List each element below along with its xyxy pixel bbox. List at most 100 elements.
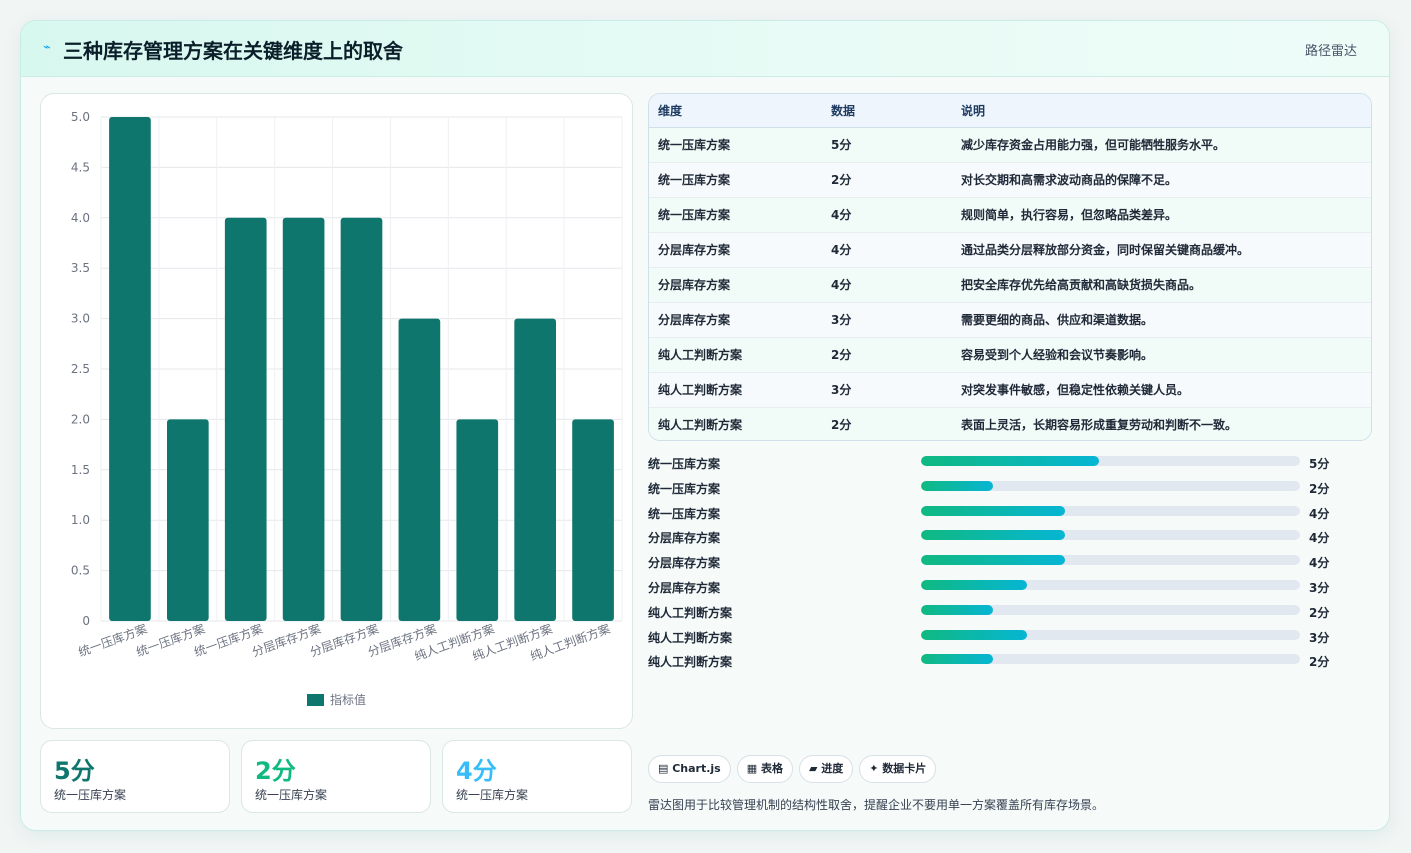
bar (224, 217, 267, 622)
footnote: 雷达图用于比较管理机制的结构性取舍，提醒企业不要用单一方案覆盖所有库存场景。 (648, 798, 1105, 812)
progress-label: 分层库存方案 (648, 531, 721, 546)
feature-chip[interactable]: ▦ 表格 (736, 755, 793, 783)
table-row: 统一压库方案 5分 减少库存资金占用能力强，但可能牺牲服务水平。 (649, 127, 1371, 162)
row-data: 3分 (831, 383, 852, 397)
dashboard-card: ⌁ 三种库存管理方案在关键维度上的取舍 路径雷达 0 0.5 1.0 1.5 2.0 2.… (20, 20, 1390, 831)
progress-fill (921, 480, 993, 491)
bar (514, 318, 557, 621)
progress-row: 纯人工判断方案 2分 (648, 601, 1348, 626)
progress-value: 4分 (1309, 506, 1330, 521)
progress-list: 统一压库方案 5分 统一压库方案 2分 统一压库方案 4分 分层库存方案 4分 分层库存方案 4分… (648, 452, 1348, 675)
row-description: 对突发事件敏感，但稳定性依赖关键人员。 (961, 383, 1190, 397)
progress-track (921, 555, 1300, 566)
kpi-card: 2分 统一压库方案 (241, 740, 431, 813)
table-row: 纯人工判断方案 3分 对突发事件敏感，但稳定性依赖关键人员。 (649, 372, 1371, 407)
bar (109, 117, 151, 621)
progress-label: 纯人工判断方案 (648, 605, 733, 620)
progress-row: 纯人工判断方案 3分 (648, 626, 1348, 651)
progress-row: 统一压库方案 4分 (648, 502, 1348, 527)
row-description: 对长交期和高需求波动商品的保障不足。 (961, 173, 1178, 187)
kpi-card: 5分 统一压库方案 (40, 740, 230, 813)
y-tick-label: 0 (82, 614, 90, 628)
progress-row: 统一压库方案 5分 (648, 452, 1348, 477)
row-data: 2分 (831, 173, 852, 187)
progress-track (921, 530, 1300, 541)
table-row: 纯人工判断方案 2分 容易受到个人经验和会议节奏影响。 (649, 337, 1371, 372)
progress-label: 纯人工判断方案 (648, 630, 733, 645)
y-tick-label: 0.5 (71, 564, 90, 578)
bar (340, 217, 383, 622)
row-description: 减少库存资金占用能力强，但可能牺牲服务水平。 (961, 138, 1226, 152)
progress-value: 3分 (1309, 580, 1330, 595)
row-dimension: 分层库存方案 (658, 278, 731, 292)
bar (398, 318, 441, 621)
row-dimension: 统一压库方案 (658, 138, 731, 152)
table-row: 统一压库方案 2分 对长交期和高需求波动商品的保障不足。 (649, 162, 1371, 197)
progress-track (921, 579, 1300, 590)
page-title: 三种库存管理方案在关键维度上的取舍 (63, 39, 403, 63)
row-data: 4分 (831, 278, 852, 292)
row-dimension: 纯人工判断方案 (658, 383, 743, 397)
y-tick-label: 1.5 (71, 463, 90, 477)
table-row: 统一压库方案 4分 规则简单，执行容易，但忽略品类差异。 (649, 197, 1371, 232)
table-header-row: 维度 数据 说明 (649, 94, 1371, 128)
table-row: 纯人工判断方案 2分 表面上灵活，长期容易形成重复劳动和判断不一致。 (649, 407, 1371, 440)
progress-row: 纯人工判断方案 2分 (648, 650, 1348, 675)
feature-chip[interactable]: ▰ 进度 (798, 755, 854, 783)
kpi-card: 4分 统一压库方案 (442, 740, 632, 813)
row-dimension: 统一压库方案 (658, 208, 731, 222)
progress-fill (921, 456, 1100, 466)
y-tick-label: 2.5 (71, 362, 90, 376)
row-dimension: 分层库存方案 (658, 243, 731, 257)
row-data: 4分 (831, 243, 852, 257)
progress-track (921, 654, 1300, 665)
progress-value: 5分 (1309, 457, 1330, 471)
feature-chip[interactable]: ✦ 数据卡片 (859, 755, 937, 783)
feature-chips: ▤ Chart.js ▦ 表格 ▰ 进度 ✦ 数据卡片 (648, 755, 942, 783)
progress-label: 分层库存方案 (648, 556, 721, 571)
kpi-value: 4分 (456, 757, 497, 785)
progress-value: 4分 (1309, 556, 1330, 571)
progress-fill (921, 505, 1066, 516)
row-dimension: 纯人工判断方案 (658, 348, 743, 362)
progress-track (921, 505, 1300, 516)
progress-row: 分层库存方案 3分 (648, 576, 1348, 601)
column-header[interactable]: 维度 (649, 94, 822, 128)
row-description: 容易受到个人经验和会议节奏影响。 (961, 348, 1154, 362)
row-data: 5分 (831, 138, 852, 152)
progress-track (921, 480, 1300, 491)
column-header[interactable]: 说明 (952, 94, 1371, 128)
row-data: 3分 (831, 313, 852, 327)
progress-fill (921, 530, 1066, 541)
progress-row: 统一压库方案 2分 (648, 477, 1348, 502)
progress-fill (921, 654, 993, 665)
y-tick-label: 4.5 (71, 160, 90, 174)
feature-chip[interactable]: ▤ Chart.js (648, 755, 731, 783)
kpi-label: 统一压库方案 (456, 788, 529, 802)
row-description: 规则简单，执行容易，但忽略品类差异。 (961, 208, 1178, 222)
row-description: 需要更细的商品、供应和渠道数据。 (961, 313, 1154, 327)
progress-value: 3分 (1309, 630, 1330, 645)
progress-label: 纯人工判断方案 (648, 655, 733, 670)
row-data: 2分 (831, 348, 852, 362)
progress-row: 分层库存方案 4分 (648, 551, 1348, 576)
row-data: 4分 (831, 208, 852, 222)
legend-label: 指标值 (330, 692, 366, 707)
table-row: 分层库存方案 4分 通过品类分层释放部分资金，同时保留关键商品缓冲。 (649, 232, 1371, 267)
column-header[interactable]: 数据 (822, 94, 952, 128)
kpi-value: 2分 (255, 757, 296, 785)
row-description: 把安全库存优先给高贡献和高缺货损失商品。 (961, 278, 1202, 292)
bar (166, 419, 209, 621)
table-row: 分层库存方案 3分 需要更细的商品、供应和渠道数据。 (649, 302, 1371, 337)
bar (282, 217, 325, 622)
header-tag[interactable]: 路径雷达 (1305, 40, 1357, 59)
progress-fill (921, 579, 1028, 590)
bar (572, 419, 614, 621)
progress-label: 统一压库方案 (648, 481, 721, 496)
bar (456, 419, 499, 621)
progress-value: 2分 (1309, 481, 1330, 496)
progress-label: 统一压库方案 (648, 506, 721, 521)
y-tick-label: 5.0 (71, 110, 90, 124)
progress-fill (921, 629, 1028, 640)
legend-swatch (307, 694, 324, 706)
